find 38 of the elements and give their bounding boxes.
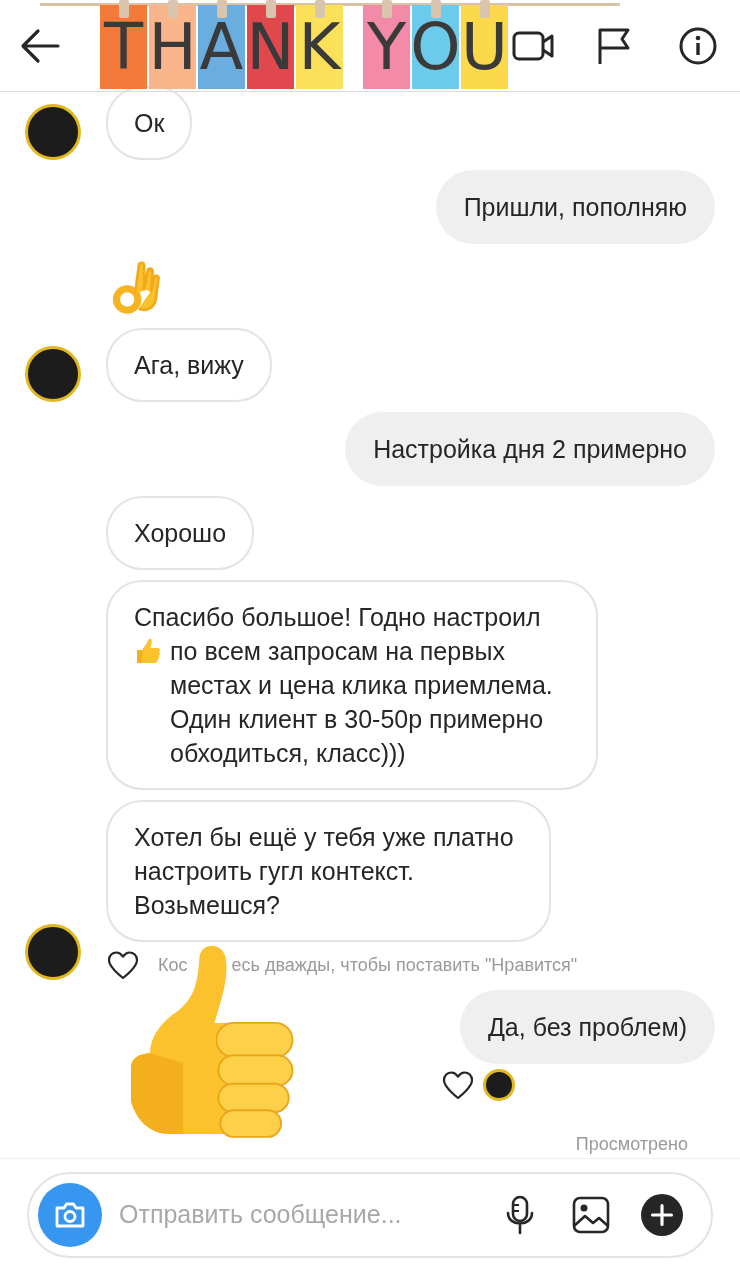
clothespin xyxy=(118,0,129,18)
message-bubble: Ага, вижу xyxy=(106,328,272,402)
message-bubble: Хотел бы ещё у тебя уже платно настроить гугл контекст. Возьмешся? xyxy=(106,800,551,942)
clothespin xyxy=(479,0,490,18)
microphone-icon[interactable] xyxy=(504,1195,536,1235)
letter-card: H xyxy=(149,5,196,89)
message-bubble: Да, без проблем) xyxy=(459,990,715,1064)
thumbs-up-icon xyxy=(134,637,162,665)
seen-status: Просмотрено xyxy=(575,1133,688,1156)
letter-card: K xyxy=(296,5,343,89)
message-bubble: Хорошо xyxy=(106,496,255,570)
message-bubble: Настройка дня 2 примерно xyxy=(345,412,715,486)
letter-card: N xyxy=(247,5,294,89)
clothespin xyxy=(167,0,178,18)
letter-card: Y xyxy=(363,5,410,89)
clothespin xyxy=(430,0,441,18)
camera-button[interactable] xyxy=(38,1183,102,1247)
clothespin xyxy=(381,0,392,18)
hint-text: Кос xyxy=(158,953,188,977)
heart-icon[interactable] xyxy=(441,1070,475,1100)
heart-icon[interactable] xyxy=(106,950,140,980)
message-text: по всем запросам на первых местах и цена клика приемлема. Один клиент в 30-50р примерно обходиться, класс))) xyxy=(170,636,554,769)
message-input[interactable]: Отправить сообщение... xyxy=(119,1196,494,1234)
message-bubble: Пришли, пополняю xyxy=(435,170,715,244)
gallery-icon[interactable] xyxy=(572,1196,610,1234)
letter-card: U xyxy=(461,5,508,89)
clothespin xyxy=(265,0,276,18)
clothespin xyxy=(314,0,325,18)
add-icon[interactable] xyxy=(641,1194,683,1236)
letter-card: A xyxy=(198,5,245,89)
letter-card: T xyxy=(100,5,147,89)
camera-icon xyxy=(54,1201,86,1229)
info-icon[interactable] xyxy=(678,25,718,66)
hint-text: есь дважды, чтобы поставить "Нравится" xyxy=(231,953,578,977)
letter-card: O xyxy=(412,5,459,89)
message-text: Спасибо большое! Годно настроил xyxy=(134,602,542,633)
clothespin xyxy=(216,0,227,18)
message-bubble: Ок xyxy=(106,86,193,160)
